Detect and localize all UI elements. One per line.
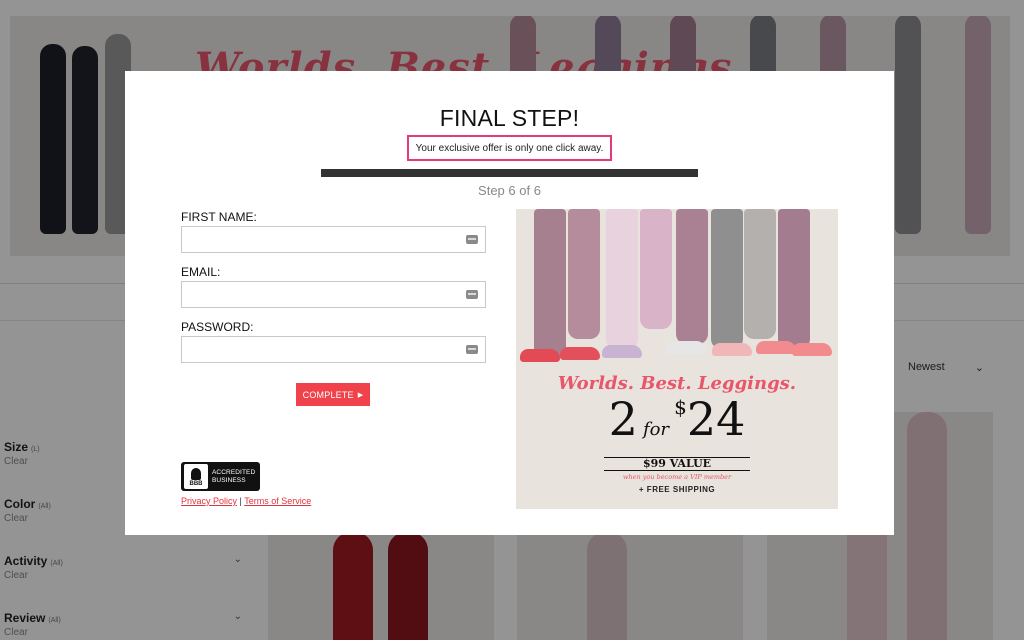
promo-leg [711, 209, 743, 349]
first-name-field-wrapper [181, 226, 486, 253]
promo-shoe [602, 345, 642, 358]
modal-subtitle: Your exclusive offer is only one click a… [407, 135, 612, 161]
promo-currency: $ [674, 395, 687, 419]
promo-heading: Worlds. Best. Leggings. [557, 373, 797, 394]
password-label: PASSWORD: [181, 320, 254, 334]
modal-title: FINAL STEP! [439, 105, 580, 131]
promo-value: $99 VALUE [604, 457, 750, 471]
first-name-field[interactable] [182, 227, 485, 252]
promo-shoe [560, 347, 600, 360]
bbb-logo-icon: BBB [184, 464, 208, 489]
email-label: EMAIL: [181, 265, 221, 279]
bbb-flame-shape [191, 468, 201, 480]
promo-image: Worlds. Best. Leggings. 2 for $24 $99 VA… [516, 209, 838, 509]
bbb-accredited-badge[interactable]: BBB ACCREDITED BUSINESS [181, 462, 260, 491]
promo-price: 2 for $24 [516, 395, 838, 443]
caret-right-icon: ▶ [357, 391, 364, 399]
complete-button[interactable]: COMPLETE ▶ [296, 383, 370, 406]
promo-qty: 2 [608, 392, 638, 446]
promo-leg [534, 209, 566, 359]
password-field[interactable] [182, 337, 485, 362]
promo-shoe [520, 349, 560, 362]
legal-links: Privacy Policy | Terms of Service [181, 496, 311, 506]
promo-shipping: + FREE SHIPPING [638, 485, 716, 494]
complete-button-label: COMPLETE [302, 389, 354, 400]
signup-modal: FINAL STEP! Your exclusive offer is only… [125, 71, 894, 535]
promo-leg [676, 209, 708, 344]
first-name-label: FIRST NAME: [181, 210, 257, 224]
promo-value-text: $99 VALUE [636, 458, 718, 470]
bbb-text: ACCREDITED BUSINESS [212, 469, 255, 485]
email-field-wrapper [181, 281, 486, 308]
password-field-wrapper [181, 336, 486, 363]
promo-shoe [792, 343, 832, 356]
autofill-card-icon[interactable] [466, 235, 478, 244]
progress-bar-fill [321, 169, 698, 177]
bbb-line1: ACCREDITED [212, 468, 256, 476]
autofill-card-icon[interactable] [466, 290, 478, 299]
promo-note: when you become a VIP member [622, 473, 732, 481]
bbb-letters: BBB [189, 481, 203, 487]
bbb-line2: BUSINESS [212, 476, 246, 484]
autofill-card-icon[interactable] [466, 345, 478, 354]
promo-leg [778, 209, 810, 349]
step-indicator: Step 6 of 6 [478, 183, 541, 198]
promo-shoe [712, 343, 752, 356]
privacy-policy-link[interactable]: Privacy Policy [181, 496, 237, 506]
progress-bar [321, 169, 698, 177]
promo-leg [568, 209, 600, 339]
promo-for: for [642, 419, 670, 440]
email-field[interactable] [182, 282, 485, 307]
link-separator: | [239, 496, 242, 506]
promo-leg [640, 209, 672, 329]
promo-shoe [756, 341, 796, 354]
promo-leg [606, 209, 638, 349]
terms-of-service-link[interactable]: Terms of Service [244, 496, 311, 506]
promo-amount: 24 [686, 392, 746, 446]
promo-leg [744, 209, 776, 339]
promo-shoe [666, 341, 706, 354]
